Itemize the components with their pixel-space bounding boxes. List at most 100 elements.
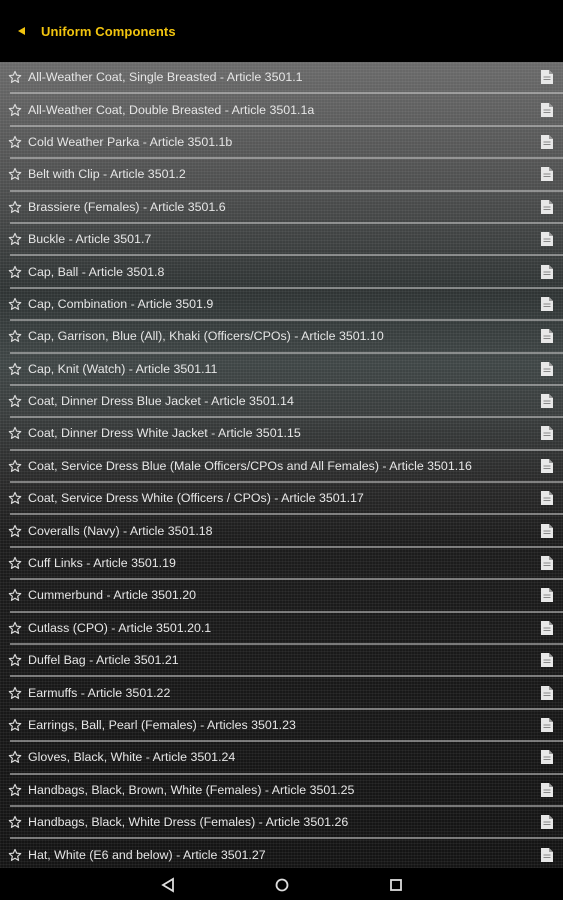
- star-icon[interactable]: [8, 232, 22, 246]
- star-icon[interactable]: [8, 588, 22, 602]
- list-item[interactable]: Hat, White (E6 and below) - Article 3501…: [8, 839, 563, 868]
- list-item[interactable]: All-Weather Coat, Single Breasted - Arti…: [8, 62, 563, 95]
- star-icon[interactable]: [8, 653, 22, 667]
- document-icon[interactable]: [541, 588, 553, 603]
- list-item-label: Buckle - Article 3501.7: [28, 232, 152, 247]
- document-icon[interactable]: [541, 70, 553, 85]
- list-item[interactable]: Coat, Service Dress Blue (Male Officers/…: [8, 451, 563, 484]
- star-icon[interactable]: [8, 621, 22, 635]
- list-item[interactable]: Coat, Dinner Dress Blue Jacket - Article…: [8, 386, 563, 419]
- list-item-label: Coat, Service Dress White (Officers / CP…: [28, 491, 364, 506]
- list-item[interactable]: Duffel Bag - Article 3501.21: [8, 645, 563, 678]
- document-icon[interactable]: [541, 394, 553, 409]
- star-icon[interactable]: [8, 848, 22, 862]
- star-icon[interactable]: [8, 297, 22, 311]
- system-nav-bar: [0, 868, 563, 900]
- star-icon[interactable]: [8, 491, 22, 505]
- star-icon[interactable]: [8, 103, 22, 117]
- list-item-label: Earmuffs - Article 3501.22: [28, 685, 171, 700]
- list-item-label: Gloves, Black, White - Article 3501.24: [28, 750, 236, 765]
- list-item-label: Coat, Dinner Dress White Jacket - Articl…: [28, 426, 301, 441]
- document-icon[interactable]: [541, 232, 553, 247]
- star-icon[interactable]: [8, 718, 22, 732]
- list-item-label: Handbags, Black, Brown, White (Females) …: [28, 782, 355, 797]
- star-icon[interactable]: [8, 750, 22, 764]
- document-icon[interactable]: [541, 361, 553, 376]
- document-icon[interactable]: [541, 296, 553, 311]
- document-icon[interactable]: [541, 199, 553, 214]
- star-icon[interactable]: [8, 394, 22, 408]
- document-icon[interactable]: [541, 653, 553, 668]
- star-icon[interactable]: [8, 815, 22, 829]
- document-icon[interactable]: [541, 491, 553, 506]
- list-item[interactable]: Coat, Dinner Dress White Jacket - Articl…: [8, 418, 563, 451]
- document-icon[interactable]: [541, 102, 553, 117]
- list-item[interactable]: Coat, Service Dress White (Officers / CP…: [8, 483, 563, 516]
- list-item-label: Coat, Service Dress Blue (Male Officers/…: [28, 458, 472, 473]
- star-icon[interactable]: [8, 556, 22, 570]
- document-icon[interactable]: [541, 556, 553, 571]
- star-icon[interactable]: [8, 524, 22, 538]
- document-icon[interactable]: [541, 750, 553, 765]
- list-item-label: Coveralls (Navy) - Article 3501.18: [28, 523, 213, 538]
- list-item[interactable]: Coveralls (Navy) - Article 3501.18: [8, 515, 563, 548]
- star-icon[interactable]: [8, 329, 22, 343]
- article-list[interactable]: All-Weather Coat, Single Breasted - Arti…: [0, 62, 563, 868]
- list-item[interactable]: Cap, Combination - Article 3501.9: [8, 289, 563, 322]
- list-item[interactable]: Cuff Links - Article 3501.19: [8, 548, 563, 581]
- list-item-label: Cap, Ball - Article 3501.8: [28, 264, 165, 279]
- document-icon[interactable]: [541, 685, 553, 700]
- document-icon[interactable]: [541, 167, 553, 182]
- document-icon[interactable]: [541, 134, 553, 149]
- list-item-label: Handbags, Black, White Dress (Females) -…: [28, 815, 349, 830]
- document-icon[interactable]: [541, 718, 553, 732]
- list-item-label: Cummerbund - Article 3501.20: [28, 588, 197, 603]
- list-item-label: Cuff Links - Article 3501.19: [28, 556, 176, 571]
- document-icon[interactable]: [541, 458, 553, 473]
- star-icon[interactable]: [8, 783, 22, 797]
- list-item[interactable]: Buckle - Article 3501.7: [8, 224, 563, 257]
- list-item-label: Cap, Garrison, Blue (All), Khaki (Office…: [28, 329, 384, 344]
- document-icon[interactable]: [541, 782, 553, 797]
- star-icon[interactable]: [8, 200, 22, 214]
- list-item-label: Hat, White (E6 and below) - Article 3501…: [28, 847, 266, 862]
- document-icon[interactable]: [541, 815, 553, 830]
- star-icon[interactable]: [8, 426, 22, 440]
- back-arrow-icon[interactable]: [18, 27, 25, 35]
- list-item[interactable]: Earrings, Ball, Pearl (Females) - Articl…: [8, 710, 563, 743]
- list-item[interactable]: Cap, Garrison, Blue (All), Khaki (Office…: [8, 321, 563, 354]
- list-item[interactable]: Cummerbund - Article 3501.20: [8, 580, 563, 613]
- document-icon[interactable]: [541, 329, 553, 344]
- document-icon[interactable]: [541, 523, 553, 538]
- list-item[interactable]: Belt with Clip - Article 3501.2: [8, 159, 563, 192]
- document-icon[interactable]: [541, 847, 553, 862]
- document-icon[interactable]: [541, 264, 553, 279]
- list-item[interactable]: Handbags, Black, White Dress (Females) -…: [8, 807, 563, 840]
- list-item-label: Cold Weather Parka - Article 3501.1b: [28, 134, 233, 149]
- list-item-label: Duffel Bag - Article 3501.21: [28, 653, 179, 668]
- document-icon[interactable]: [541, 620, 553, 635]
- list-item[interactable]: Gloves, Black, White - Article 3501.24: [8, 742, 563, 775]
- star-icon[interactable]: [8, 686, 22, 700]
- star-icon[interactable]: [8, 70, 22, 84]
- list-item[interactable]: Handbags, Black, Brown, White (Females) …: [8, 775, 563, 807]
- app-bar: Uniform Components: [0, 0, 563, 62]
- star-icon[interactable]: [8, 265, 22, 279]
- list-item[interactable]: Earmuffs - Article 3501.22: [8, 677, 563, 710]
- star-icon[interactable]: [8, 362, 22, 376]
- star-icon[interactable]: [8, 459, 22, 473]
- list-item[interactable]: Brassiere (Females) - Article 3501.6: [8, 192, 563, 224]
- star-icon[interactable]: [8, 135, 22, 149]
- list-item[interactable]: Cutlass (CPO) - Article 3501.20.1: [8, 613, 563, 646]
- nav-home-icon[interactable]: [274, 877, 290, 893]
- document-icon[interactable]: [541, 426, 553, 441]
- list-item[interactable]: Cold Weather Parka - Article 3501.1b: [8, 127, 563, 160]
- list-item[interactable]: All-Weather Coat, Double Breasted - Arti…: [8, 94, 563, 127]
- star-icon[interactable]: [8, 167, 22, 181]
- nav-recents-icon[interactable]: [388, 877, 404, 893]
- list-item[interactable]: Cap, Ball - Article 3501.8: [8, 256, 563, 289]
- list-item-label: Belt with Clip - Article 3501.2: [28, 167, 186, 182]
- list-item-label: Brassiere (Females) - Article 3501.6: [28, 199, 226, 214]
- nav-back-icon[interactable]: [160, 877, 176, 893]
- list-item[interactable]: Cap, Knit (Watch) - Article 3501.11: [8, 354, 563, 386]
